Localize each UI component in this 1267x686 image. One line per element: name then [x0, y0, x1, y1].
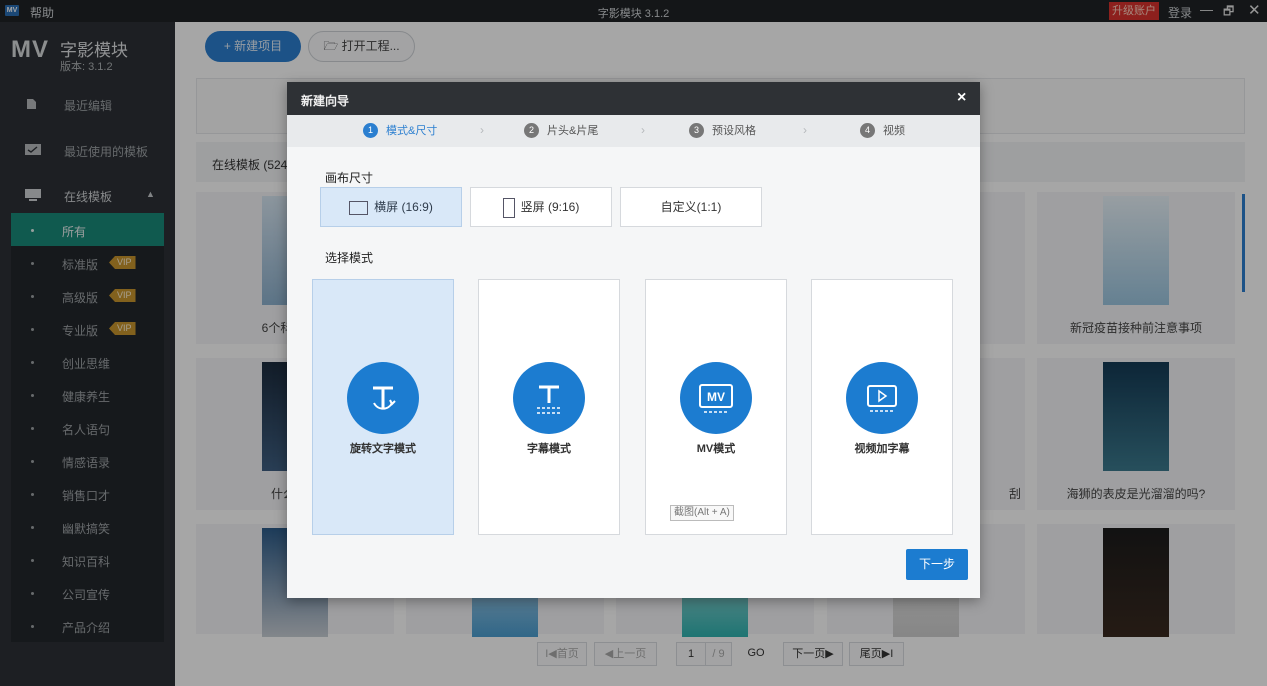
step-label: 视频 — [883, 125, 905, 137]
canvas-size-label: 画布尺寸 — [325, 171, 374, 185]
video-play-icon — [846, 362, 918, 434]
step-mode-size[interactable]: 1 模式&尺寸 — [363, 123, 437, 139]
dialog-title: 新建向导 — [301, 94, 350, 108]
portrait-icon — [502, 197, 515, 218]
mv-icon: MV — [680, 362, 752, 434]
mode-label: MV模式 — [696, 443, 736, 455]
step-label: 预设风格 — [712, 125, 756, 137]
mode-label: 旋转文字模式 — [350, 443, 416, 455]
step-number: 1 — [363, 123, 378, 138]
mode-video-subtitle-card[interactable]: 视频加字幕 — [811, 279, 953, 535]
screenshot-tooltip: 截图(Alt + A) — [670, 505, 734, 521]
svg-text:MV: MV — [707, 390, 725, 404]
size-custom-button[interactable]: 自定义(1:1) — [620, 187, 762, 227]
step-intro-outro[interactable]: 2 片头&片尾 — [524, 123, 598, 139]
subtitle-icon — [513, 362, 585, 434]
step-label: 片头&片尾 — [547, 125, 599, 137]
mode-label: 视频加字幕 — [854, 443, 910, 455]
select-mode-label: 选择模式 — [325, 251, 374, 265]
step-label: 模式&尺寸 — [386, 125, 438, 137]
landscape-icon — [349, 200, 369, 215]
mode-mv-card[interactable]: MV MV模式 — [645, 279, 787, 535]
step-number: 4 — [860, 123, 875, 138]
mode-label: 字幕模式 — [527, 443, 571, 455]
size-label: 竖屏 (9:16) — [520, 200, 580, 214]
size-label: 横屏 (16:9) — [374, 200, 433, 214]
size-landscape-button[interactable]: 横屏 (16:9) — [320, 187, 462, 227]
dialog-close-icon[interactable]: × — [957, 89, 966, 107]
size-portrait-button[interactable]: 竖屏 (9:16) — [470, 187, 612, 227]
size-label: 自定义(1:1) — [660, 200, 722, 214]
dialog-header: 新建向导 × — [287, 82, 980, 115]
chevron-right-icon: › — [641, 123, 645, 137]
step-preset-style[interactable]: 3 预设风格 — [689, 123, 756, 139]
next-step-button[interactable]: 下一步 — [906, 549, 968, 580]
chevron-right-icon: › — [803, 123, 807, 137]
wizard-steps: 1 模式&尺寸 › 2 片头&片尾 › 3 预设风格 › 4 视频 — [287, 115, 980, 147]
step-number: 3 — [689, 123, 704, 138]
rotate-text-icon — [347, 362, 419, 434]
mode-subtitle-card[interactable]: 字幕模式 — [478, 279, 620, 535]
step-video[interactable]: 4 视频 — [860, 123, 905, 139]
new-project-wizard: 新建向导 × 1 模式&尺寸 › 2 片头&片尾 › 3 预设风格 › 4 视频 画布尺… — [287, 82, 980, 598]
mode-rotate-text-card[interactable]: 旋转文字模式 — [312, 279, 454, 535]
step-number: 2 — [524, 123, 539, 138]
chevron-right-icon: › — [480, 123, 484, 137]
